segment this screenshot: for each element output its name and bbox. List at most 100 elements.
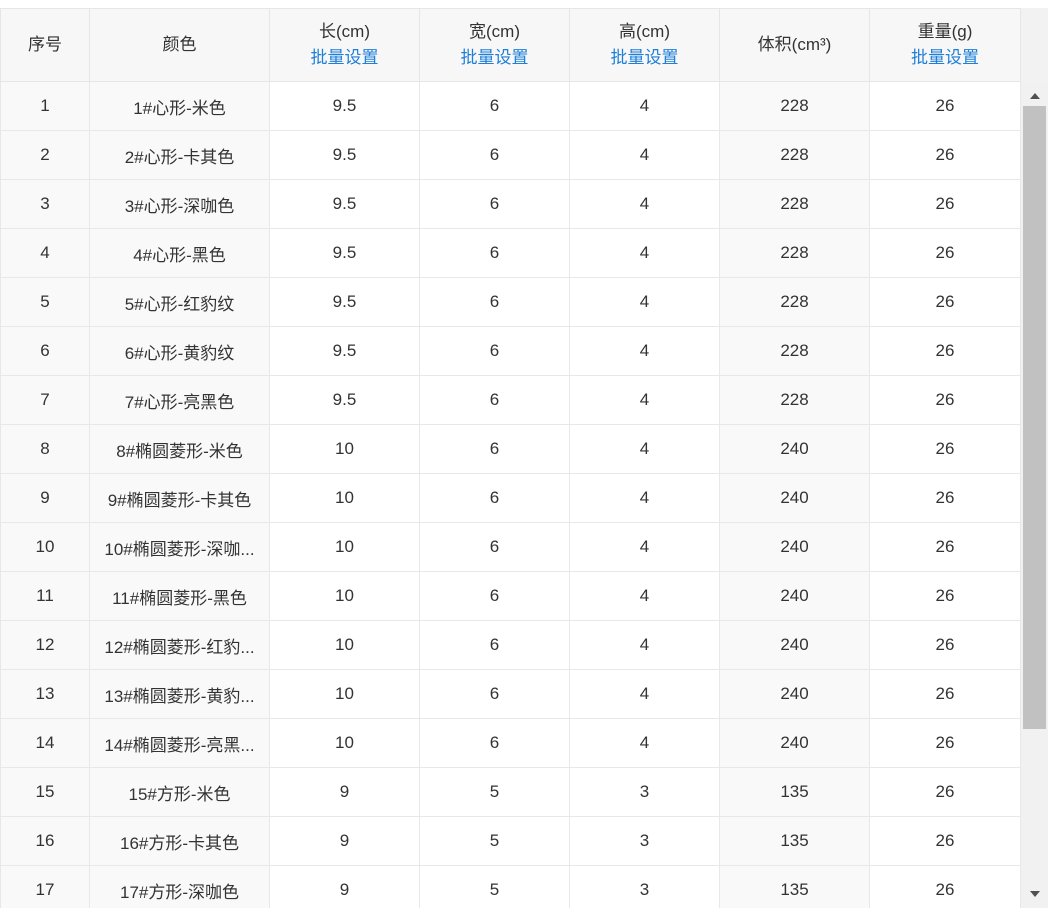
cell-length-input[interactable]: 9.5 (270, 278, 420, 326)
cell-width-input[interactable]: 6 (420, 523, 570, 571)
cell-weight-input[interactable]: 26 (870, 229, 1021, 277)
cell-height-input[interactable]: 4 (570, 131, 720, 179)
cell-seq: 4 (0, 229, 90, 277)
cell-height-input[interactable]: 3 (570, 866, 720, 908)
cell-width-input-text: 6 (489, 488, 500, 507)
cell-weight-input[interactable]: 26 (870, 131, 1021, 179)
cell-height-input[interactable]: 4 (570, 82, 720, 130)
batch-set-length-link[interactable]: 批量设置 (311, 45, 379, 71)
cell-width-input[interactable]: 5 (420, 866, 570, 908)
cell-height-input[interactable]: 4 (570, 670, 720, 718)
cell-length-input[interactable]: 10 (270, 670, 420, 718)
table-row: 17 17#方形-深咖色 9 5 3 135 26 (0, 866, 1021, 908)
cell-width-input[interactable]: 6 (420, 572, 570, 620)
cell-height-input[interactable]: 3 (570, 768, 720, 816)
header-color: 颜色 (90, 9, 270, 81)
cell-width-input[interactable]: 6 (420, 82, 570, 130)
cell-weight-input-text: 26 (935, 782, 955, 801)
cell-height-input[interactable]: 4 (570, 523, 720, 571)
cell-height-input[interactable]: 4 (570, 229, 720, 277)
cell-height-input[interactable]: 4 (570, 376, 720, 424)
cell-height-input[interactable]: 4 (570, 327, 720, 375)
cell-width-input[interactable]: 5 (420, 768, 570, 816)
cell-weight-input[interactable]: 26 (870, 474, 1021, 522)
vertical-scrollbar[interactable] (1021, 82, 1048, 908)
cell-height-input[interactable]: 4 (570, 719, 720, 767)
cell-weight-input[interactable]: 26 (870, 327, 1021, 375)
cell-height-input[interactable]: 3 (570, 817, 720, 865)
cell-length-input-text: 9.5 (332, 96, 357, 115)
batch-set-width-link[interactable]: 批量设置 (461, 45, 529, 71)
cell-length-input[interactable]: 10 (270, 523, 420, 571)
cell-height-input[interactable]: 4 (570, 278, 720, 326)
cell-width-input[interactable]: 6 (420, 229, 570, 277)
cell-height-input[interactable]: 4 (570, 474, 720, 522)
cell-length-input[interactable]: 9.5 (270, 327, 420, 375)
cell-weight-input[interactable]: 26 (870, 817, 1021, 865)
cell-color-text: 3#心形-深咖色 (124, 196, 235, 216)
cell-weight-input[interactable]: 26 (870, 180, 1021, 228)
cell-length-input[interactable]: 10 (270, 621, 420, 669)
cell-length-input[interactable]: 10 (270, 719, 420, 767)
cell-length-input[interactable]: 9 (270, 768, 420, 816)
cell-width-input[interactable]: 6 (420, 327, 570, 375)
cell-width-input[interactable]: 6 (420, 670, 570, 718)
cell-width-input[interactable]: 6 (420, 474, 570, 522)
table-row: 2 2#心形-卡其色 9.5 6 4 228 26 (0, 131, 1021, 180)
cell-length-input[interactable]: 10 (270, 425, 420, 473)
cell-length-input[interactable]: 9.5 (270, 131, 420, 179)
cell-weight-input[interactable]: 26 (870, 621, 1021, 669)
cell-width-input[interactable]: 6 (420, 180, 570, 228)
cell-width-input[interactable]: 6 (420, 131, 570, 179)
cell-length-input[interactable]: 9.5 (270, 82, 420, 130)
cell-height-input[interactable]: 4 (570, 425, 720, 473)
cell-weight-input[interactable]: 26 (870, 768, 1021, 816)
cell-width-input[interactable]: 6 (420, 278, 570, 326)
cell-color-text: 5#心形-红豹纹 (124, 294, 235, 314)
cell-length-input[interactable]: 9.5 (270, 376, 420, 424)
cell-length-input[interactable]: 10 (270, 474, 420, 522)
cell-width-input-text: 6 (489, 96, 500, 115)
cell-width-input[interactable]: 5 (420, 817, 570, 865)
cell-width-input-text: 5 (489, 782, 500, 801)
cell-weight-input[interactable]: 26 (870, 523, 1021, 571)
cell-weight-input[interactable]: 26 (870, 719, 1021, 767)
cell-seq-text: 15 (35, 782, 55, 801)
cell-length-input[interactable]: 9.5 (270, 180, 420, 228)
cell-height-input[interactable]: 4 (570, 621, 720, 669)
cell-weight-input[interactable]: 26 (870, 866, 1021, 908)
header-height-label: 高(cm) (619, 21, 670, 41)
cell-color-text: 8#椭圆菱形-米色 (116, 441, 243, 461)
cell-weight-input[interactable]: 26 (870, 82, 1021, 130)
cell-width-input[interactable]: 6 (420, 376, 570, 424)
table-row: 3 3#心形-深咖色 9.5 6 4 228 26 (0, 180, 1021, 229)
cell-volume: 135 (720, 817, 870, 865)
cell-volume: 228 (720, 376, 870, 424)
batch-set-height-link[interactable]: 批量设置 (611, 45, 679, 71)
cell-weight-input[interactable]: 26 (870, 572, 1021, 620)
scroll-down-arrow-icon[interactable] (1021, 884, 1048, 904)
batch-set-weight-link[interactable]: 批量设置 (911, 45, 979, 71)
cell-width-input[interactable]: 6 (420, 425, 570, 473)
cell-weight-input[interactable]: 26 (870, 670, 1021, 718)
cell-width-input[interactable]: 6 (420, 621, 570, 669)
cell-length-input-text: 9.5 (332, 341, 357, 360)
cell-weight-input[interactable]: 26 (870, 278, 1021, 326)
cell-weight-input[interactable]: 26 (870, 376, 1021, 424)
cell-height-input[interactable]: 4 (570, 572, 720, 620)
cell-length-input[interactable]: 9.5 (270, 229, 420, 277)
scrollbar-thumb[interactable] (1023, 106, 1046, 729)
cell-seq-text: 4 (40, 243, 50, 262)
cell-length-input-text: 10 (335, 439, 354, 458)
cell-height-input[interactable]: 4 (570, 180, 720, 228)
cell-color: 2#心形-卡其色 (90, 131, 270, 179)
cell-length-input[interactable]: 9 (270, 817, 420, 865)
cell-color-text: 6#心形-黄豹纹 (124, 343, 235, 363)
cell-width-input[interactable]: 6 (420, 719, 570, 767)
cell-length-input[interactable]: 10 (270, 572, 420, 620)
cell-length-input[interactable]: 9 (270, 866, 420, 908)
scroll-up-arrow-icon[interactable] (1021, 86, 1048, 106)
cell-seq-text: 5 (40, 292, 50, 311)
cell-seq: 10 (0, 523, 90, 571)
cell-weight-input[interactable]: 26 (870, 425, 1021, 473)
